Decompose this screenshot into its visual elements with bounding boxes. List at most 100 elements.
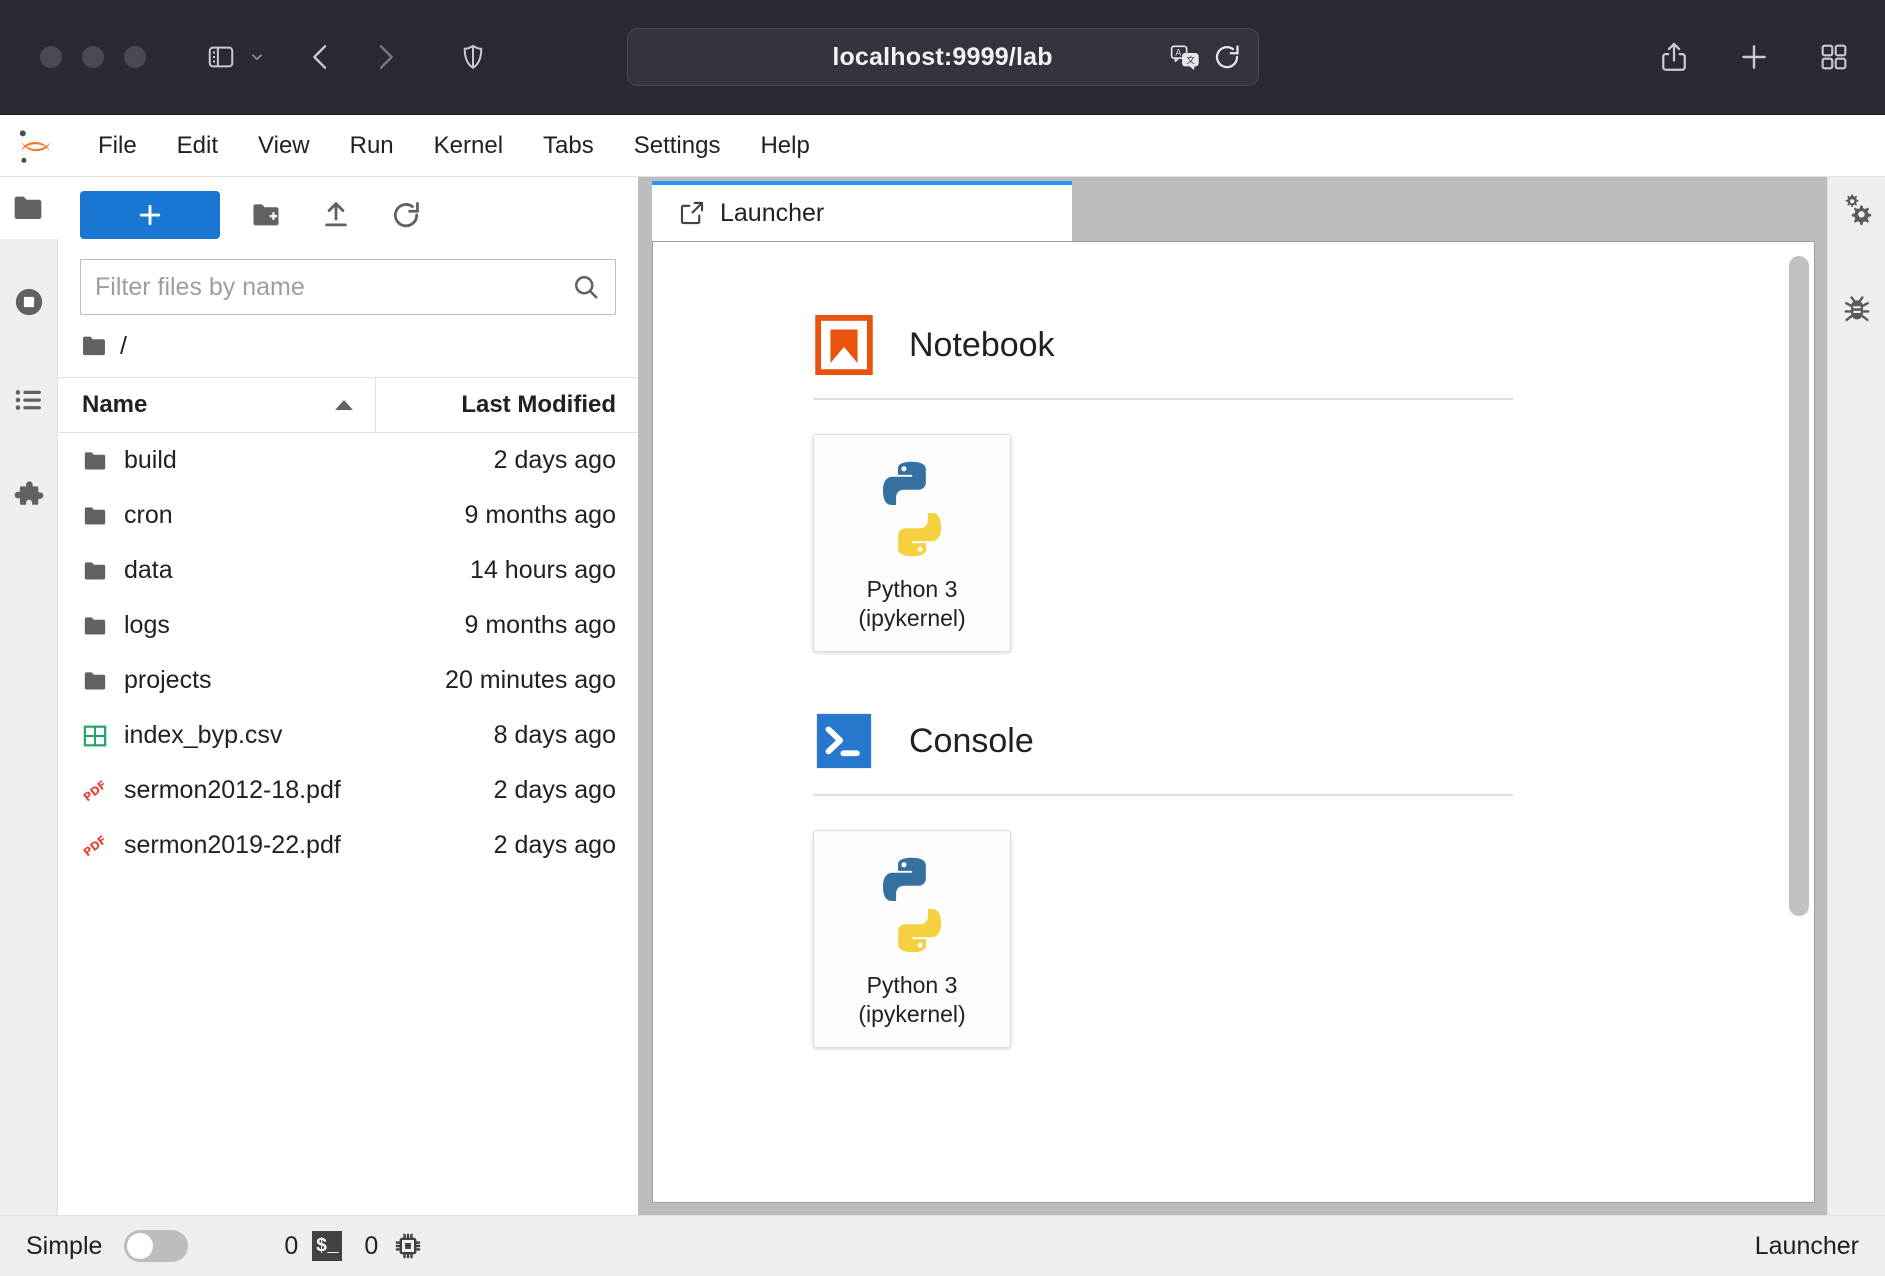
scrollbar-thumb[interactable]: [1789, 256, 1809, 916]
launcher-section-console: Console Python 3 (ipykernel): [813, 710, 1814, 1048]
file-name-cell: cron: [58, 501, 376, 530]
launch-card-label: Python 3 (ipykernel): [858, 575, 965, 633]
console-section-header: Console: [813, 710, 1814, 794]
window-traffic-lights: [40, 46, 146, 68]
notebook-section-header: Notebook: [813, 314, 1814, 398]
breadcrumb[interactable]: /: [58, 315, 638, 377]
file-name-label: data: [124, 556, 173, 584]
terminal-status[interactable]: 0 $_: [284, 1231, 343, 1261]
filter-files-input[interactable]: [95, 272, 571, 302]
tab-launcher[interactable]: Launcher: [652, 181, 1072, 241]
svg-text:A: A: [1175, 48, 1181, 58]
chevron-down-icon[interactable]: [244, 34, 270, 80]
file-modified-cell: 2 days ago: [493, 776, 616, 804]
address-bar[interactable]: localhost:9999/lab A 文: [626, 28, 1259, 86]
launch-card-label: Python 3 (ipykernel): [858, 971, 965, 1029]
kernel-status[interactable]: 0: [364, 1230, 424, 1262]
dock-panel: Launcher Notebook Python 3 (ipykernel) C…: [640, 177, 1827, 1215]
menu-help[interactable]: Help: [740, 126, 829, 166]
menu-view[interactable]: View: [238, 126, 330, 166]
file-name-label: projects: [124, 666, 212, 694]
back-arrow-icon[interactable]: [298, 34, 344, 80]
svg-text:PDF: PDF: [82, 832, 108, 859]
card-line1: Python 3: [866, 576, 958, 603]
file-name-cell: build: [58, 446, 376, 475]
sidebar-item-commands[interactable]: [0, 369, 58, 431]
sidebar-toggle-icon[interactable]: [198, 34, 244, 80]
csv-icon: [82, 723, 108, 749]
right-activity-bar: [1827, 177, 1885, 1215]
console-icon: [813, 710, 875, 772]
table-row[interactable]: build 2 days ago: [58, 433, 638, 488]
launch-card-notebook-python3[interactable]: Python 3 (ipykernel): [813, 434, 1011, 652]
reload-icon[interactable]: [1212, 42, 1242, 72]
launch-card-console-python3[interactable]: Python 3 (ipykernel): [813, 830, 1011, 1048]
table-row[interactable]: cron 9 months ago: [58, 488, 638, 543]
upload-icon[interactable]: [312, 191, 360, 239]
menu-edit[interactable]: Edit: [157, 126, 238, 166]
search-icon[interactable]: [571, 272, 601, 302]
sidebar-item-debugger[interactable]: [1828, 279, 1885, 341]
kernel-count: 0: [364, 1231, 379, 1260]
folder-icon: [80, 332, 108, 360]
privacy-shield-icon[interactable]: [450, 34, 496, 80]
new-launcher-button[interactable]: [80, 191, 220, 239]
sidebar-item-extensions[interactable]: [0, 467, 58, 529]
menu-items: File Edit View Run Kernel Tabs Settings …: [78, 126, 830, 166]
pdf-icon: PDF: [82, 777, 108, 804]
table-row[interactable]: logs 9 months ago: [58, 598, 638, 653]
notebook-card-grid: Python 3 (ipykernel): [813, 434, 1814, 652]
file-list: build 2 days ago cron 9 months ago data …: [58, 433, 638, 1215]
card-line2: (ipykernel): [858, 1001, 966, 1027]
main-area: / Name Last Modified build 2 days ago: [0, 177, 1885, 1215]
forward-arrow-icon[interactable]: [362, 34, 408, 80]
file-name-label: sermon2012-18.pdf: [124, 776, 341, 804]
minimize-window-button[interactable]: [82, 46, 104, 68]
card-line1: Python 3: [866, 972, 958, 999]
column-header-name-label: Name: [82, 391, 148, 418]
menu-settings[interactable]: Settings: [614, 126, 741, 166]
sidebar-item-file-browser[interactable]: [0, 177, 58, 239]
menu-file[interactable]: File: [78, 126, 157, 166]
translate-icon[interactable]: A 文: [1170, 44, 1200, 70]
folder-icon: [82, 668, 108, 694]
sort-ascending-icon: [335, 400, 353, 410]
table-row[interactable]: data 14 hours ago: [58, 543, 638, 598]
pdf-icon: PDF: [82, 832, 108, 859]
svg-text:PDF: PDF: [82, 777, 108, 804]
table-row[interactable]: PDF sermon2019-22.pdf 2 days ago: [58, 818, 638, 873]
url-text: localhost:9999/lab: [832, 42, 1053, 71]
file-name-label: build: [124, 446, 177, 474]
menu-tabs[interactable]: Tabs: [523, 126, 614, 166]
launcher-scrollbar[interactable]: [1788, 256, 1810, 1188]
breadcrumb-path: /: [120, 331, 127, 360]
folder-icon: [82, 448, 108, 474]
sidebar-item-running-sessions[interactable]: [0, 271, 58, 333]
tab-overview-icon[interactable]: [1811, 34, 1857, 80]
file-name-label: index_byp.csv: [124, 721, 283, 749]
plus-icon[interactable]: [1731, 34, 1777, 80]
jupyterlab-menu-bar: File Edit View Run Kernel Tabs Settings …: [0, 115, 1885, 177]
menu-run[interactable]: Run: [330, 126, 414, 166]
maximize-window-button[interactable]: [124, 46, 146, 68]
close-window-button[interactable]: [40, 46, 62, 68]
status-context-label: Launcher: [1754, 1231, 1859, 1260]
table-row[interactable]: projects 20 minutes ago: [58, 653, 638, 708]
new-folder-icon[interactable]: [242, 191, 290, 239]
simple-mode-toggle[interactable]: [124, 1230, 189, 1262]
table-row[interactable]: index_byp.csv 8 days ago: [58, 708, 638, 763]
menu-kernel[interactable]: Kernel: [414, 126, 523, 166]
sidebar-item-property-inspector[interactable]: [1828, 177, 1885, 239]
card-line2: (ipykernel): [858, 605, 966, 631]
filter-files-box[interactable]: [80, 259, 616, 315]
refresh-icon[interactable]: [382, 191, 430, 239]
table-row[interactable]: PDF sermon2012-18.pdf 2 days ago: [58, 763, 638, 818]
column-header-last-modified[interactable]: Last Modified: [376, 378, 638, 432]
column-header-name[interactable]: Name: [58, 378, 376, 432]
left-activity-bar: [0, 177, 58, 1215]
filter-row: [58, 253, 638, 315]
file-browser-panel: / Name Last Modified build 2 days ago: [58, 177, 640, 1215]
file-name-cell: data: [58, 556, 376, 585]
share-icon[interactable]: [1651, 34, 1697, 80]
launcher-section-notebook: Notebook Python 3 (ipykernel): [813, 314, 1814, 652]
